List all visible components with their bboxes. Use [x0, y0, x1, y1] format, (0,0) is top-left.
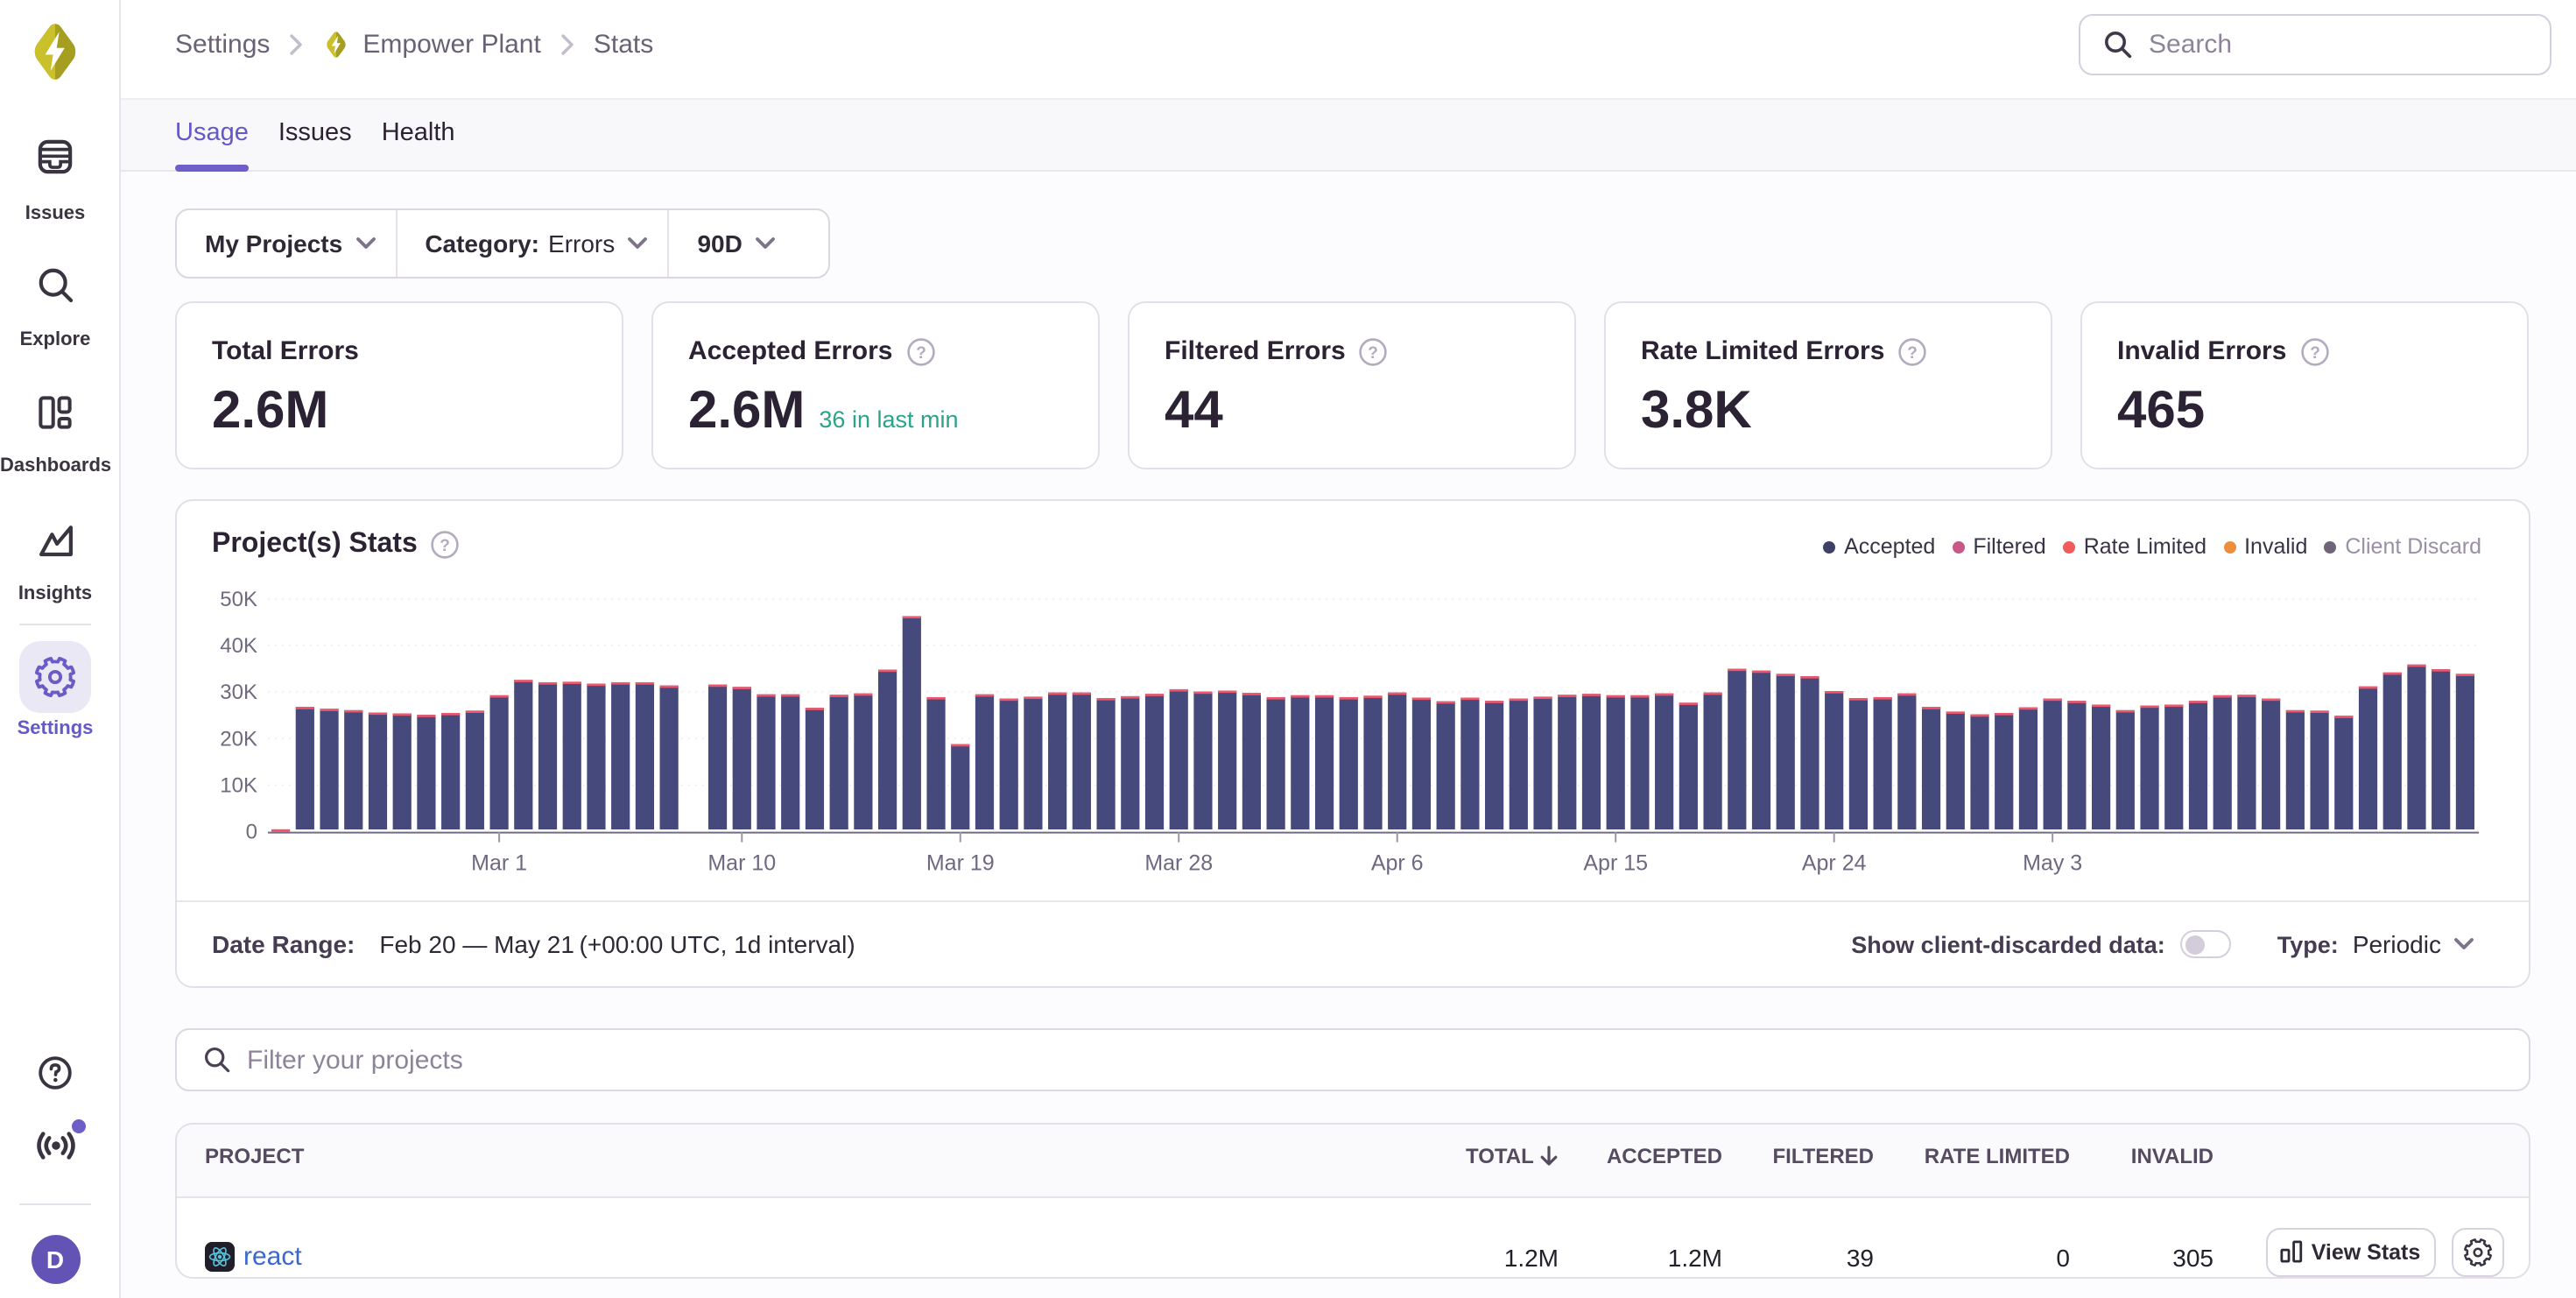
svg-text:40K: 40K [220, 634, 257, 658]
svg-text:10K: 10K [220, 773, 257, 797]
svg-text:50K: 50K [220, 588, 257, 611]
svg-text:Mar 28: Mar 28 [1144, 851, 1213, 876]
svg-text:Apr 6: Apr 6 [1371, 851, 1424, 876]
svg-text:Apr 15: Apr 15 [1583, 851, 1648, 876]
svg-text:0: 0 [246, 821, 257, 844]
svg-text:20K: 20K [220, 727, 257, 751]
svg-text:Apr 24: Apr 24 [1802, 851, 1867, 876]
svg-text:30K: 30K [220, 681, 257, 704]
svg-text:?: ? [1908, 343, 1918, 362]
svg-text:Mar 19: Mar 19 [926, 851, 995, 876]
svg-text:Mar 1: Mar 1 [471, 851, 527, 876]
svg-text:?: ? [1369, 343, 1379, 362]
svg-text:?: ? [2310, 343, 2320, 362]
svg-text:?: ? [916, 343, 926, 362]
svg-text:May 3: May 3 [2023, 851, 2082, 876]
svg-text:Mar 10: Mar 10 [707, 851, 776, 876]
